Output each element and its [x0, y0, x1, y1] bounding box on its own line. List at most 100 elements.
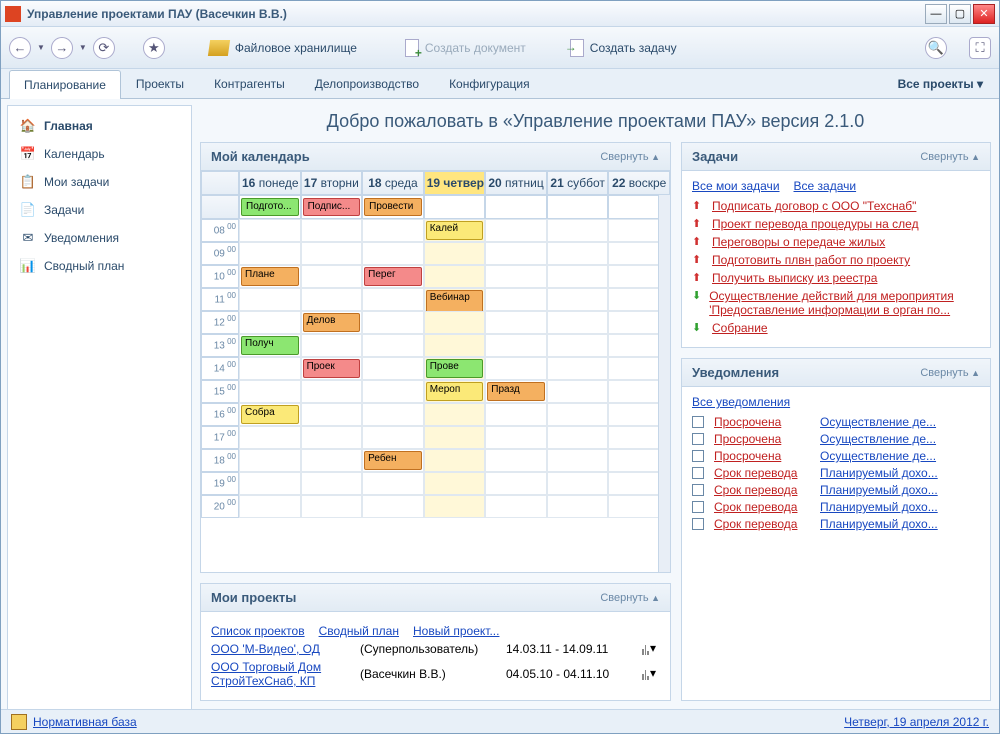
calendar-cell[interactable] — [424, 403, 486, 426]
calendar-cell[interactable] — [362, 357, 424, 380]
calendar-cell[interactable] — [485, 403, 547, 426]
calendar-cell[interactable] — [239, 449, 301, 472]
calendar-cell[interactable] — [485, 265, 547, 288]
calendar-cell[interactable] — [485, 495, 547, 518]
calendar-event[interactable]: Делов — [303, 313, 361, 332]
refresh-button[interactable]: ⟳ — [93, 37, 115, 59]
allday-cell[interactable] — [424, 195, 486, 219]
project-link[interactable]: Список проектов — [211, 624, 305, 638]
calendar-cell[interactable]: Ребен — [362, 449, 424, 472]
calendar-event[interactable]: Калей — [426, 221, 484, 240]
sidebar-item-Главная[interactable]: 🏠Главная — [8, 112, 191, 140]
allday-cell[interactable]: Подпис... — [301, 195, 363, 219]
calendar-cell[interactable] — [424, 265, 486, 288]
notification-checkbox[interactable] — [692, 501, 704, 513]
calendar-cell[interactable] — [301, 380, 363, 403]
calendar-cell[interactable] — [362, 472, 424, 495]
notification-checkbox[interactable] — [692, 467, 704, 479]
calendar-event[interactable]: Мероп — [426, 382, 484, 401]
task-filter-link[interactable]: Все мои задачи — [692, 179, 780, 193]
calendar-cell[interactable] — [485, 219, 547, 242]
calendar-cell[interactable]: Празд — [485, 380, 547, 403]
calendar-event[interactable]: Прове — [426, 359, 484, 378]
tab-конфигурация[interactable]: Конфигурация — [434, 69, 545, 98]
task-link[interactable]: Получить выписку из реестра — [712, 271, 877, 285]
minimize-button[interactable]: — — [925, 4, 947, 24]
calendar-cell[interactable] — [547, 219, 609, 242]
all-projects-dropdown[interactable]: Все проекты — [890, 70, 991, 98]
calendar-cell[interactable] — [301, 219, 363, 242]
fwd-dropdown-icon[interactable]: ▼ — [79, 43, 87, 52]
allday-event[interactable]: Подгото... — [241, 198, 299, 216]
tab-делопроизводство[interactable]: Делопроизводство — [300, 69, 434, 98]
calendar-event[interactable]: Плане — [241, 267, 299, 286]
calendar-cell[interactable] — [424, 495, 486, 518]
calendar-cell[interactable] — [239, 380, 301, 403]
calendar-cell[interactable] — [485, 311, 547, 334]
calendar-cell[interactable] — [301, 403, 363, 426]
calendar-cell[interactable] — [239, 219, 301, 242]
calendar-cell[interactable] — [301, 426, 363, 449]
allday-cell[interactable] — [547, 195, 609, 219]
close-button[interactable]: ✕ — [973, 4, 995, 24]
calendar-cell[interactable]: Делов — [301, 311, 363, 334]
calendar-cell[interactable] — [485, 357, 547, 380]
calendar-cell[interactable] — [362, 311, 424, 334]
calendar-cell[interactable] — [424, 334, 486, 357]
calendar-cell[interactable]: Калей — [424, 219, 486, 242]
fullscreen-button[interactable]: ⛶ — [969, 37, 991, 59]
calendar-cell[interactable] — [547, 311, 609, 334]
allday-cell[interactable]: Подгото... — [239, 195, 301, 219]
calendar-cell[interactable] — [547, 334, 609, 357]
calendar-event[interactable]: Проек — [303, 359, 361, 378]
notification-checkbox[interactable] — [692, 484, 704, 496]
allday-event[interactable]: Подпис... — [303, 198, 361, 216]
task-link[interactable]: Осуществление действий для мероприятия '… — [709, 289, 980, 317]
calendar-cell[interactable] — [485, 288, 547, 311]
calendar-scrollbar[interactable] — [658, 195, 670, 572]
notification-label[interactable]: Планируемый дохо... — [820, 500, 980, 514]
calendar-cell[interactable] — [301, 265, 363, 288]
calendar-cell[interactable] — [485, 449, 547, 472]
gantt-icon[interactable]: ▾ — [642, 643, 656, 655]
sidebar-item-Календарь[interactable]: 📅Календарь — [8, 140, 191, 168]
footer-date[interactable]: Четверг, 19 апреля 2012 г. — [844, 715, 989, 729]
project-link[interactable]: Сводный план — [319, 624, 399, 638]
calendar-cell[interactable] — [362, 495, 424, 518]
calendar-cell[interactable] — [362, 426, 424, 449]
calendar-cell[interactable]: Перег — [362, 265, 424, 288]
calendar-cell[interactable] — [362, 242, 424, 265]
create-task-button[interactable]: Создать задачу — [562, 37, 685, 59]
tab-проекты[interactable]: Проекты — [121, 69, 199, 98]
calendar-cell[interactable] — [239, 288, 301, 311]
notification-status[interactable]: Срок перевода — [714, 483, 814, 497]
notification-checkbox[interactable] — [692, 416, 704, 428]
calendar-cell[interactable] — [424, 426, 486, 449]
calendar-cell[interactable] — [239, 357, 301, 380]
notification-label[interactable]: Планируемый дохо... — [820, 466, 980, 480]
calendar-cell[interactable] — [424, 472, 486, 495]
calendar-cell[interactable] — [547, 426, 609, 449]
notification-label[interactable]: Планируемый дохо... — [820, 517, 980, 531]
notification-status[interactable]: Срок перевода — [714, 517, 814, 531]
task-link[interactable]: Проект перевода процедуры на след — [712, 217, 919, 231]
back-button[interactable]: ← — [9, 37, 31, 59]
calendar-cell[interactable] — [362, 380, 424, 403]
calendar-cell[interactable] — [547, 242, 609, 265]
notification-status[interactable]: Просрочена — [714, 449, 814, 463]
calendar-cell[interactable] — [485, 242, 547, 265]
calendar-cell[interactable] — [485, 426, 547, 449]
calendar-collapse[interactable]: Свернуть — [600, 151, 660, 163]
calendar-cell[interactable]: Проек — [301, 357, 363, 380]
calendar-cell[interactable] — [547, 265, 609, 288]
tab-планирование[interactable]: Планирование — [9, 70, 121, 99]
calendar-event[interactable]: Получ — [241, 336, 299, 355]
day-header[interactable]: 22 воскре — [608, 171, 670, 195]
notification-status[interactable]: Срок перевода — [714, 500, 814, 514]
day-header[interactable]: 17 вторни — [301, 171, 363, 195]
calendar-cell[interactable]: Прове — [424, 357, 486, 380]
search-button[interactable]: 🔍 — [925, 37, 947, 59]
sidebar-item-Мои задачи[interactable]: 📋Мои задачи — [8, 168, 191, 196]
calendar-cell[interactable] — [301, 334, 363, 357]
day-header[interactable]: 21 суббот — [547, 171, 609, 195]
